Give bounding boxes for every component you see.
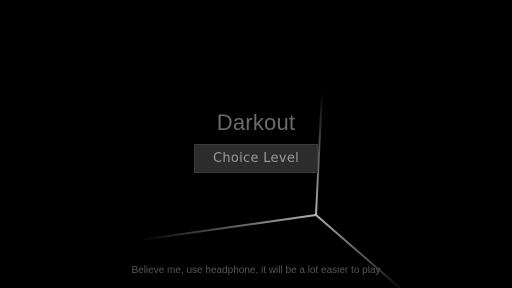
game-scene: Darkout Choice Level Believe me, use hea… bbox=[0, 0, 512, 288]
headphone-hint: Believe me, use headphone, it will be a … bbox=[131, 265, 381, 276]
choice-level-button[interactable]: Choice Level bbox=[194, 144, 318, 173]
diagonal-floor-edge bbox=[315, 214, 401, 288]
game-title: Darkout bbox=[216, 110, 296, 135]
left-floor-edge bbox=[139, 214, 317, 241]
